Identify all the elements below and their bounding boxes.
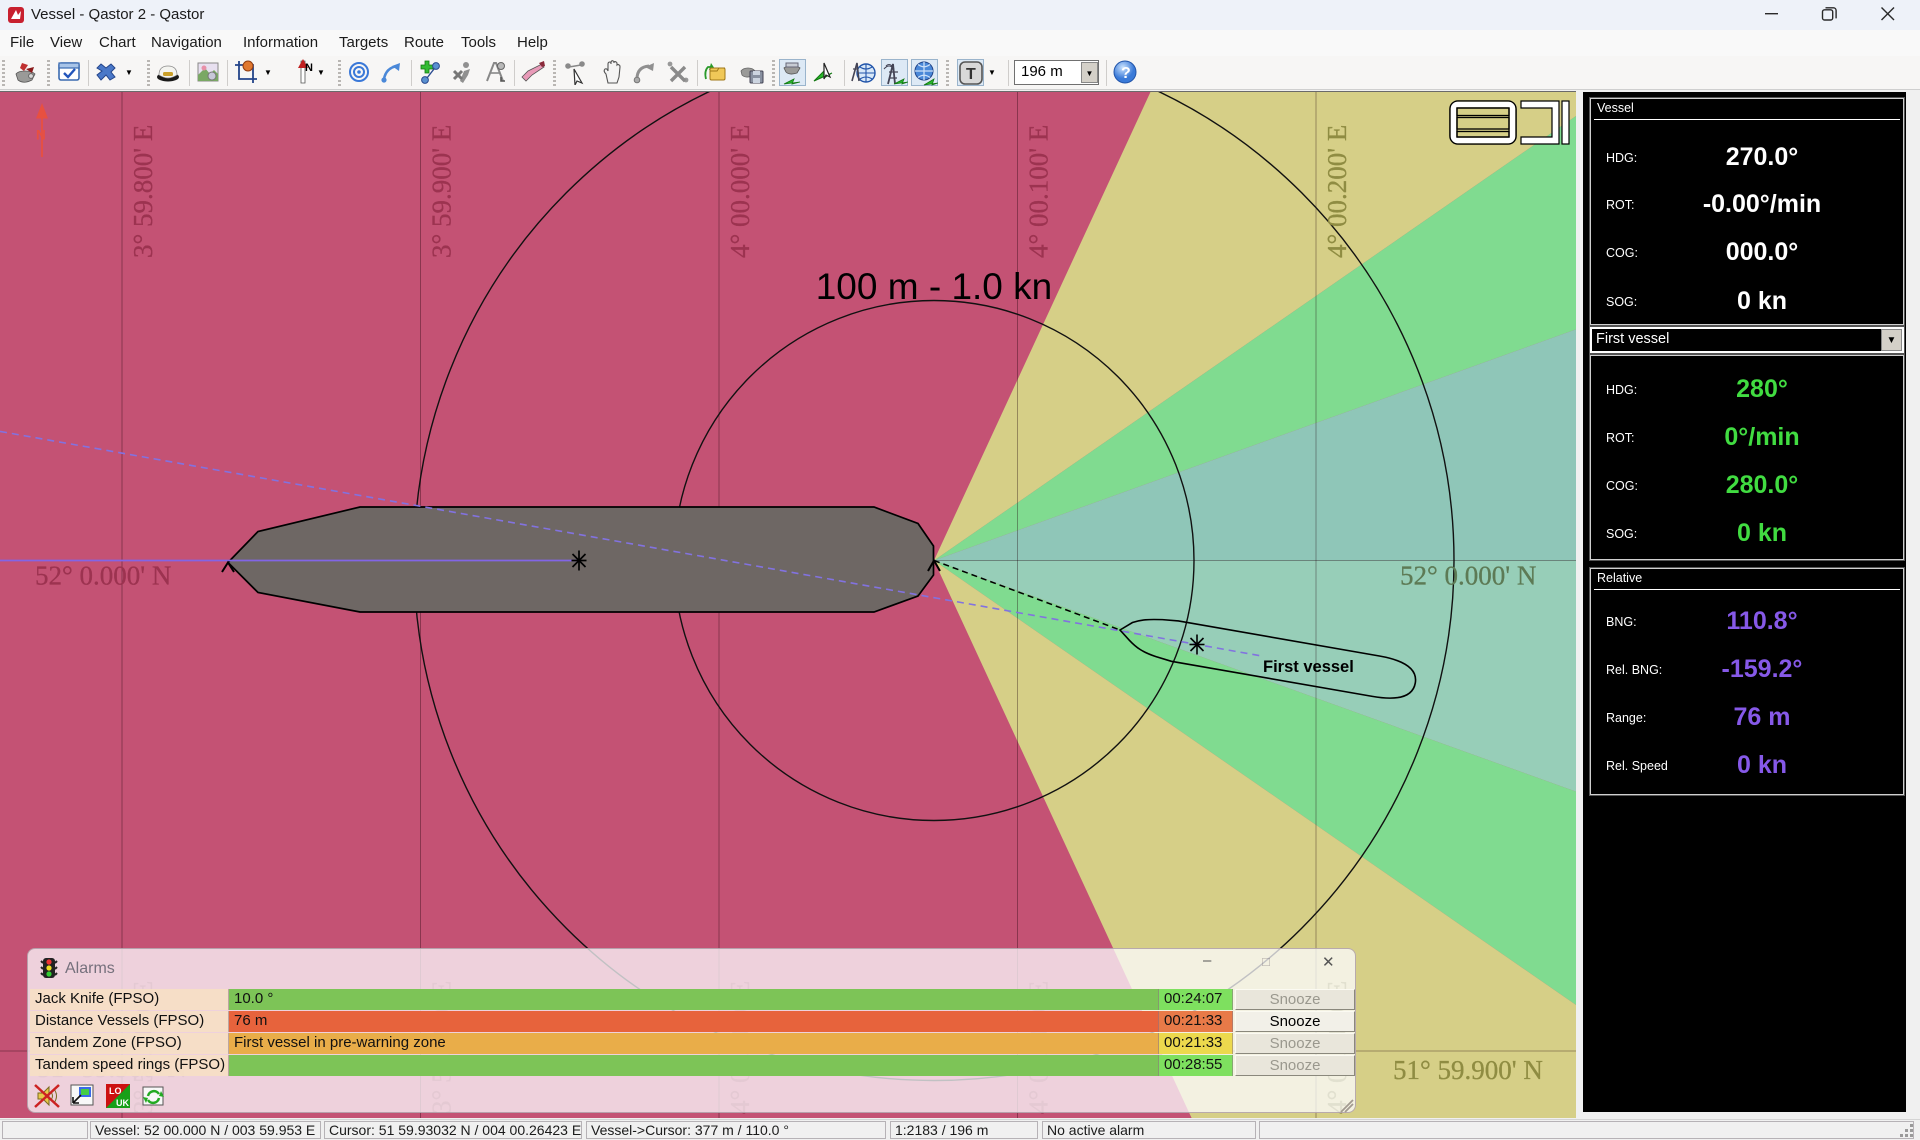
svg-text:4° 00.000' E: 4° 00.000' E [725, 125, 755, 258]
svg-text:First vessel: First vessel [1263, 658, 1354, 676]
svg-text:3° 59.800' E: 3° 59.800' E [128, 125, 158, 258]
svg-text:UK: UK [116, 1098, 129, 1108]
svg-text:52° 0.000' N: 52° 0.000' N [1400, 561, 1536, 591]
svg-text:4° 00.200' E: 4° 00.200' E [1322, 125, 1352, 258]
svg-text:3° 59.900' E: 3° 59.900' E [427, 125, 457, 258]
svg-text:LO: LO [109, 1086, 122, 1096]
svg-text:?: ? [1121, 65, 1131, 82]
svg-text:N: N [305, 62, 313, 74]
svg-text:52° 0.000' N: 52° 0.000' N [35, 561, 171, 591]
svg-text:N: N [36, 128, 46, 143]
svg-text:51° 59.900' N: 51° 59.900' N [1393, 1055, 1543, 1085]
svg-text:100 m - 1.0 kn: 100 m - 1.0 kn [816, 266, 1053, 307]
svg-text:T: T [966, 66, 976, 83]
svg-text:4° 00.100' E: 4° 00.100' E [1024, 125, 1054, 258]
